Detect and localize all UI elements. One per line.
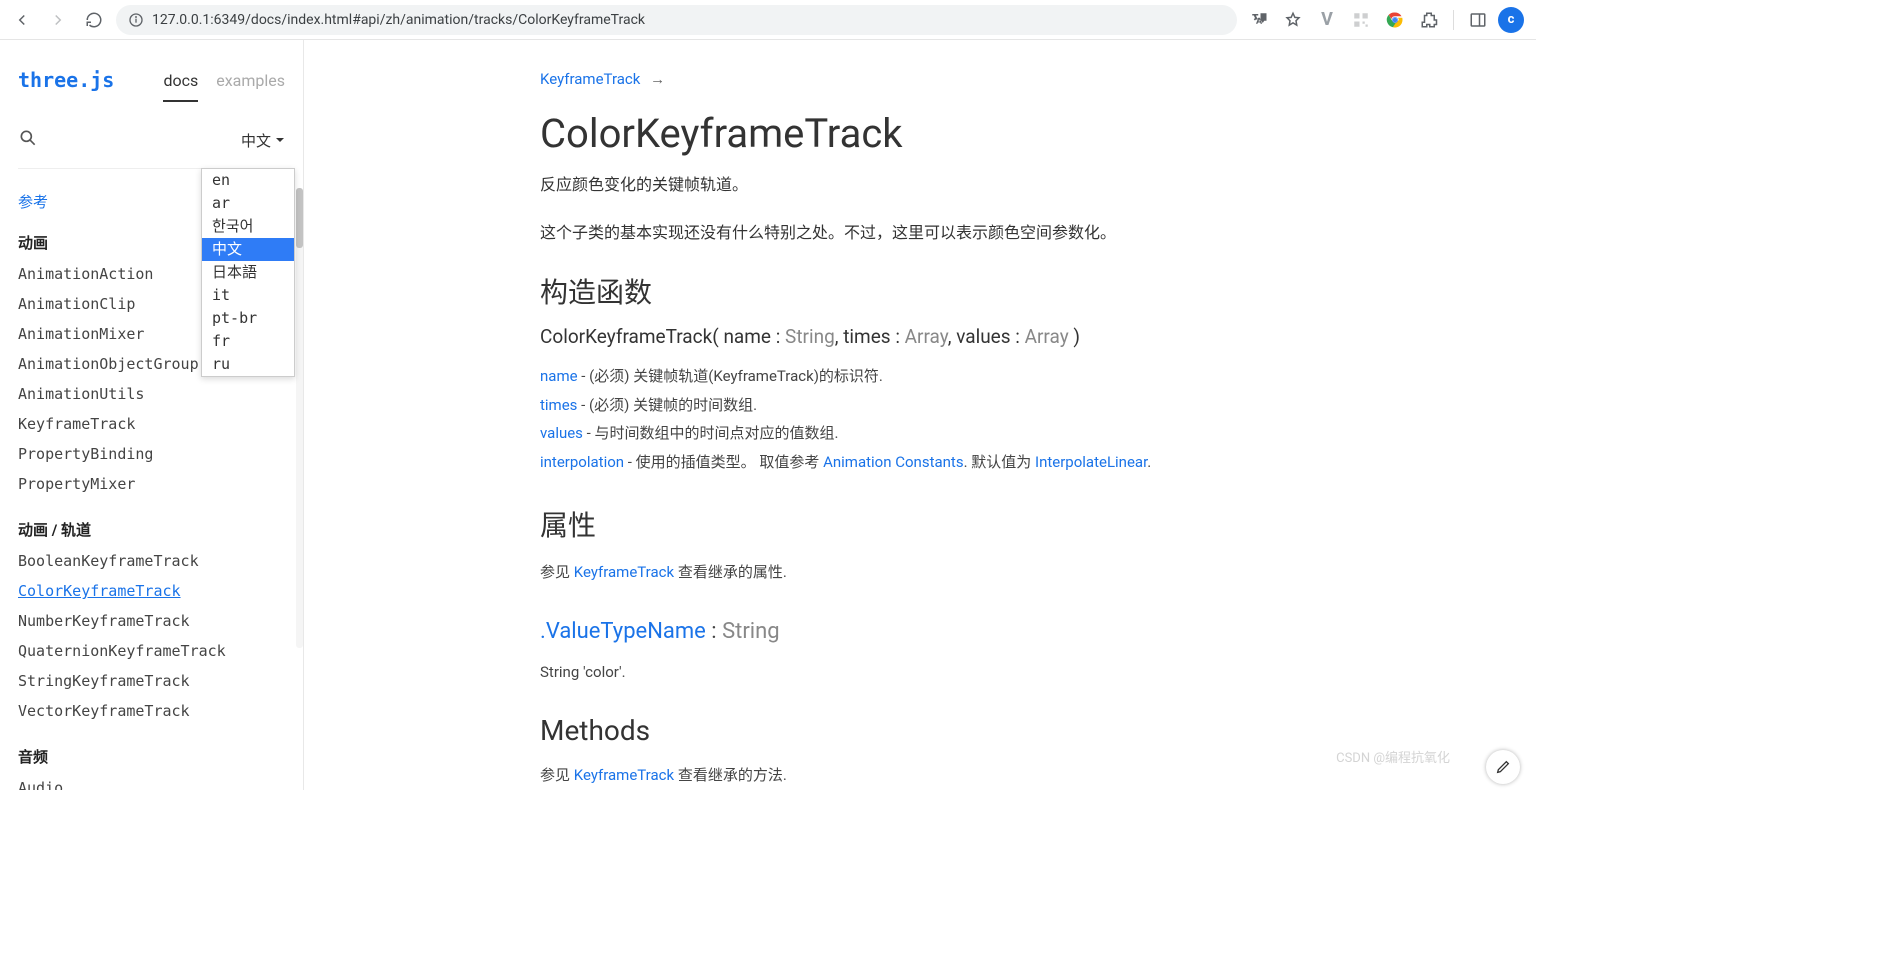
nav-item[interactable]: PropertyBinding <box>0 439 303 469</box>
link-animation-constants[interactable]: Animation Constants <box>823 453 964 471</box>
main-content: KeyframeTrack → ColorKeyframeTrack 反应颜色变… <box>304 40 1536 790</box>
link-interpolate-linear[interactable]: InterpolateLinear <box>1035 453 1147 471</box>
nav-item[interactable]: PropertyMixer <box>0 469 303 499</box>
watermark: CSDN @编程抗氧化 <box>1336 747 1450 766</box>
lang-option[interactable]: it <box>202 284 294 307</box>
nav-group-title: 音频 <box>0 746 303 767</box>
bookmark-star-icon[interactable] <box>1279 6 1307 34</box>
browser-toolbar: 127.0.0.1:6349/docs/index.html#api/zh/an… <box>0 0 1536 40</box>
constructor-signature: ColorKeyframeTrack( name : String, times… <box>540 325 1480 348</box>
toolbar-divider <box>1453 10 1454 30</box>
nav-item[interactable]: KeyframeTrack <box>0 409 303 439</box>
arrow-icon: → <box>650 70 665 88</box>
sidebar: three.js docs examples 中文 参考动画AnimationA… <box>0 40 304 790</box>
logo[interactable]: three.js <box>18 68 114 92</box>
lang-option[interactable]: en <box>202 169 294 192</box>
lang-option[interactable]: ru <box>202 353 294 376</box>
lang-option[interactable]: pt-br <box>202 307 294 330</box>
link-keyframetrack-methods[interactable]: KeyframeTrack <box>574 766 674 784</box>
sidepanel-icon[interactable] <box>1464 6 1492 34</box>
prop-name-text[interactable]: ValueTypeName <box>546 619 706 644</box>
property-valuetypename: .ValueTypeName : String <box>540 619 1480 644</box>
param-link-interpolation[interactable]: interpolation <box>540 453 624 471</box>
info-icon <box>128 12 144 28</box>
nav-item[interactable]: AnimationUtils <box>0 379 303 409</box>
header-tabs: docs examples <box>163 59 285 102</box>
chevron-down-icon <box>275 135 285 145</box>
nav-item[interactable]: StringKeyframeTrack <box>0 666 303 696</box>
link-keyframetrack-props[interactable]: KeyframeTrack <box>574 563 674 581</box>
edit-fab[interactable] <box>1486 750 1520 784</box>
language-selected-label: 中文 <box>241 130 271 151</box>
param-link[interactable]: times <box>540 396 577 414</box>
qr-icon[interactable] <box>1347 6 1375 34</box>
nav-item[interactable]: BooleanKeyframeTrack <box>0 546 303 576</box>
page-title: ColorKeyframeTrack <box>540 110 1480 157</box>
language-selector[interactable]: 中文 <box>241 130 285 151</box>
lang-option[interactable]: 한국어 <box>202 215 294 238</box>
description-text: 这个子类的基本实现还没有什么特别之处。不过，这里可以表示颜色空间参数化。 <box>540 219 1480 243</box>
nav-item[interactable]: Audio <box>0 773 303 790</box>
url-text: 127.0.0.1:6349/docs/index.html#api/zh/an… <box>152 12 645 28</box>
properties-inherit-note: 参见 KeyframeTrack 查看继承的属性. <box>540 558 1480 587</box>
tab-examples[interactable]: examples <box>216 71 285 102</box>
param-link[interactable]: values <box>540 424 583 442</box>
v-icon[interactable]: V <box>1313 6 1341 34</box>
parent-link[interactable]: KeyframeTrack <box>540 70 640 88</box>
lang-option[interactable]: 日本語 <box>202 261 294 284</box>
chrome-logo-icon[interactable] <box>1381 6 1409 34</box>
properties-heading: 属性 <box>540 504 1480 544</box>
sidebar-scrollbar-track <box>296 188 303 648</box>
param-interpolation: interpolation - 使用的插值类型。 取值参考 Animation … <box>540 448 1480 477</box>
translate-icon[interactable] <box>1245 6 1273 34</box>
nav-item[interactable]: ColorKeyframeTrack <box>0 576 303 606</box>
lang-option[interactable]: 中文 <box>202 238 294 261</box>
nav-group-title: 动画 / 轨道 <box>0 519 303 540</box>
tab-docs[interactable]: docs <box>163 71 198 102</box>
param-row: times - (必须) 关键帧的时间数组. <box>540 391 1480 420</box>
breadcrumb: KeyframeTrack → <box>540 70 1480 88</box>
forward-button[interactable] <box>44 6 72 34</box>
nav-item[interactable]: VectorKeyframeTrack <box>0 696 303 726</box>
address-bar[interactable]: 127.0.0.1:6349/docs/index.html#api/zh/an… <box>116 5 1237 35</box>
lang-option[interactable]: fr <box>202 330 294 353</box>
param-link[interactable]: name <box>540 367 578 385</box>
constructor-heading: 构造函数 <box>540 271 1480 311</box>
param-row: name - (必须) 关键帧轨道(KeyframeTrack)的标识符. <box>540 362 1480 391</box>
search-icon[interactable] <box>18 128 38 152</box>
language-dropdown[interactable]: enar한국어中文日本語itpt-brfrru <box>201 168 295 377</box>
back-button[interactable] <box>8 6 36 34</box>
lead-text: 反应颜色变化的关键帧轨道。 <box>540 171 1480 195</box>
profile-avatar[interactable]: c <box>1498 7 1524 33</box>
property-body: String 'color'. <box>540 658 1480 687</box>
reload-button[interactable] <box>80 6 108 34</box>
nav-item[interactable]: QuaternionKeyframeTrack <box>0 636 303 666</box>
methods-heading: Methods <box>540 714 1480 747</box>
sidebar-scrollbar-thumb[interactable] <box>296 188 303 248</box>
extensions-icon[interactable] <box>1415 6 1443 34</box>
nav-item[interactable]: NumberKeyframeTrack <box>0 606 303 636</box>
lang-option[interactable]: ar <box>202 192 294 215</box>
param-row: values - 与时间数组中的时间点对应的值数组. <box>540 419 1480 448</box>
